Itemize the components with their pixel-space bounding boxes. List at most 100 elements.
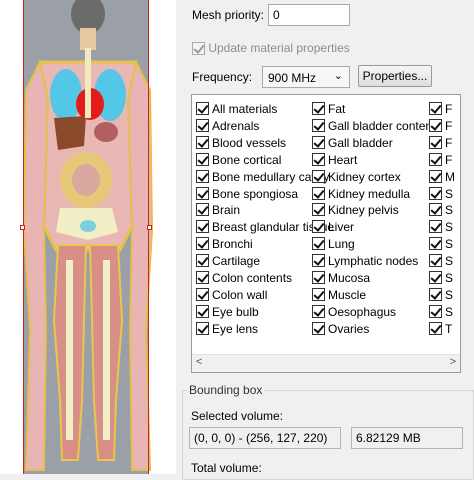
selection-box[interactable] (23, 0, 149, 474)
material-item[interactable]: Bone spongiosa (196, 186, 298, 202)
material-item[interactable]: S (429, 186, 453, 202)
material-item[interactable]: F (429, 152, 452, 168)
checkbox-checked-icon[interactable] (196, 220, 209, 234)
material-item[interactable]: S (429, 202, 453, 218)
checkbox-checked-icon[interactable] (429, 287, 442, 301)
checkbox-checked-icon[interactable] (196, 304, 209, 318)
mesh-priority-input[interactable] (268, 4, 350, 26)
selected-range-field[interactable]: (0, 0, 0) - (256, 127, 220) (189, 427, 341, 449)
selection-handle-left[interactable] (20, 225, 25, 230)
checkbox-checked-icon[interactable] (429, 102, 442, 115)
checkbox-checked-icon[interactable] (196, 118, 209, 132)
checkbox-checked-icon[interactable] (429, 135, 442, 149)
body-model-viewer[interactable] (0, 0, 176, 474)
frequency-select[interactable]: 900 MHz ⌄ (262, 66, 350, 88)
material-item[interactable]: Cartilage (196, 253, 260, 269)
material-item[interactable]: Ovaries (312, 321, 369, 337)
material-item[interactable]: S (429, 219, 453, 235)
checkbox-checked-icon[interactable] (196, 287, 209, 301)
material-item[interactable]: Oesophagus (312, 304, 396, 320)
checkbox-checked-icon[interactable] (312, 321, 325, 335)
material-item[interactable]: Gall bladder contents (312, 118, 441, 134)
checkbox-checked-icon[interactable] (312, 169, 325, 183)
material-item[interactable]: T (429, 321, 452, 337)
arrow-right-icon[interactable]: > (450, 356, 456, 368)
material-item[interactable]: S (429, 253, 453, 269)
checkbox-checked-icon[interactable] (196, 271, 209, 284)
material-item[interactable]: Liver (312, 219, 354, 235)
checkbox-checked-icon[interactable] (429, 304, 442, 318)
material-item[interactable]: Mucosa (312, 270, 370, 286)
arrow-left-icon[interactable]: < (196, 356, 202, 368)
checkbox-checked-icon[interactable] (196, 135, 209, 149)
material-item[interactable]: Colon contents (196, 270, 292, 286)
checkbox-checked-icon[interactable] (429, 203, 442, 217)
material-item[interactable]: Eye lens (196, 321, 258, 337)
horizontal-scrollbar[interactable]: < > (192, 354, 460, 372)
checkbox-checked-icon[interactable] (312, 220, 325, 234)
material-item[interactable]: F (429, 118, 452, 134)
checkbox-checked-icon[interactable] (429, 321, 442, 335)
checkbox-checked-icon[interactable] (312, 287, 325, 301)
checkbox-checked-icon[interactable] (312, 152, 325, 166)
checkbox-checked-icon[interactable] (196, 237, 209, 251)
material-item[interactable]: Kidney pelvis (312, 202, 399, 218)
checkbox-checked-icon[interactable] (312, 118, 325, 132)
material-item[interactable]: S (429, 304, 453, 320)
selected-size-field[interactable]: 6.82129 MB (351, 427, 463, 449)
checkbox-checked-icon[interactable] (312, 135, 325, 149)
material-item[interactable]: Muscle (312, 287, 366, 303)
material-item[interactable]: Brain (196, 202, 240, 218)
material-item[interactable]: Blood vessels (196, 135, 286, 151)
material-item[interactable]: Kidney medulla (312, 186, 410, 202)
update-material-checkbox[interactable]: Update material properties (192, 41, 350, 56)
checkbox-checked-icon[interactable] (196, 102, 209, 115)
checkbox-checked-icon[interactable] (196, 321, 209, 335)
checkbox-checked-icon[interactable] (196, 169, 209, 183)
checkbox-checked-icon[interactable] (429, 169, 442, 183)
checkbox-checked-icon[interactable] (312, 304, 325, 318)
checkbox-checked-icon[interactable] (196, 203, 209, 217)
material-item[interactable]: Bronchi (196, 236, 253, 252)
material-label: Cartilage (212, 254, 261, 269)
checkbox-checked-icon[interactable] (312, 237, 325, 251)
properties-button[interactable]: Properties... (358, 65, 432, 87)
checkbox-checked-icon[interactable] (429, 271, 442, 284)
material-item[interactable]: Adrenals (196, 118, 259, 134)
material-item[interactable]: Fat (312, 101, 345, 117)
material-item[interactable]: F (429, 101, 452, 117)
material-item[interactable]: Gall bladder (312, 135, 393, 151)
selection-handle-right[interactable] (147, 225, 152, 230)
material-item[interactable]: F (429, 135, 452, 151)
checkbox-checked-icon[interactable] (429, 220, 442, 234)
material-item[interactable]: S (429, 287, 453, 303)
material-item[interactable]: Eye bulb (196, 304, 259, 320)
checkbox-checked-icon[interactable] (196, 254, 209, 268)
checkbox-checked-icon[interactable] (312, 203, 325, 217)
material-item[interactable]: Lung (312, 236, 355, 252)
materials-list[interactable]: All materials Adrenals Blood vessels Bone c… (191, 94, 461, 373)
material-item[interactable]: Bone cortical (196, 152, 281, 168)
checkbox-checked-icon[interactable] (196, 186, 209, 200)
material-item[interactable]: Heart (312, 152, 357, 168)
checkbox-checked-icon[interactable] (312, 271, 325, 284)
material-label: F (445, 102, 453, 116)
checkbox-checked-icon[interactable] (312, 254, 325, 268)
material-item[interactable]: S (429, 236, 453, 252)
checkbox-checked-icon[interactable] (429, 186, 442, 200)
material-item[interactable]: M (429, 169, 455, 185)
checkbox-checked-icon[interactable] (429, 237, 442, 251)
material-label: F (445, 135, 453, 150)
material-item[interactable]: S (429, 270, 453, 286)
checkbox-checked-icon[interactable] (196, 152, 209, 166)
material-item[interactable]: Lymphatic nodes (312, 253, 418, 269)
material-item[interactable]: All materials (196, 101, 277, 117)
checkbox-checked-icon[interactable] (429, 254, 442, 268)
checkbox-checked-icon[interactable] (312, 102, 325, 115)
checkbox-checked-icon[interactable] (429, 118, 442, 132)
material-item[interactable]: Bone medullary cavity (196, 169, 329, 185)
checkbox-checked-icon[interactable] (312, 186, 325, 200)
material-item[interactable]: Colon wall (196, 287, 267, 303)
checkbox-checked-icon[interactable] (429, 152, 442, 166)
material-item[interactable]: Kidney cortex (312, 169, 401, 185)
